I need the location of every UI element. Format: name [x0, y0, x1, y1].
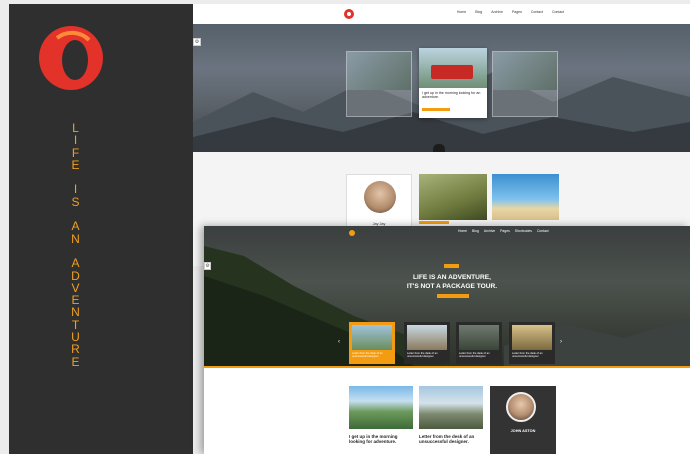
preview-screen-front: Home Blog Archive Pages Shortcodes Contact LI…	[204, 226, 690, 454]
nav-link[interactable]: Pages	[500, 229, 510, 233]
nav-link[interactable]: Blog	[472, 229, 479, 233]
nav-link[interactable]: Home	[458, 229, 467, 233]
tagline-letter: I	[73, 133, 79, 148]
logo-icon	[39, 26, 103, 90]
settings-tab-icon[interactable]: ⚙	[193, 38, 201, 46]
author-name: JOHN ASTON	[510, 429, 536, 433]
nav-link[interactable]: Home	[457, 10, 466, 14]
tagline-letter: N	[71, 305, 81, 320]
tagline-letter: E	[71, 354, 81, 369]
slider-card[interactable]: Letter from the desk of an unsuccessful …	[349, 322, 395, 364]
template-preview: LIFE IS AN ADVENTURE Home Blog Archive Page…	[0, 0, 690, 454]
slider-card-text: Letter from the desk of an unsuccessful …	[407, 352, 438, 359]
slider-card-text: Letter from the desk of an unsuccessful …	[512, 352, 543, 359]
post-photo-beach[interactable]	[492, 174, 559, 220]
settings-tab-icon[interactable]: ⚙	[204, 262, 211, 270]
slider-card-image	[352, 325, 392, 350]
front-navbar: Home Blog Archive Pages Shortcodes Contact	[204, 226, 690, 239]
author-card: JOHN ASTON	[490, 386, 556, 454]
author-avatar	[506, 392, 536, 422]
tagline-letter: D	[71, 268, 81, 283]
top-nav-links: Home Blog Archive Pages Contact Contact	[457, 10, 564, 14]
nav-link[interactable]: Blog	[475, 10, 482, 14]
slider-card-text: Letter from the desk of an unsuccessful …	[459, 352, 490, 359]
slider-card[interactable]: Letter from the desk of an unsuccessful …	[456, 322, 502, 364]
slider-card[interactable]: Letter from the desk of an unsuccessful …	[509, 322, 555, 364]
headline-line-1: LIFE IS AN ADVENTURE,	[413, 274, 491, 281]
nav-link[interactable]: Contact	[552, 10, 564, 14]
post-photo-dog[interactable]	[419, 174, 487, 224]
post-title[interactable]: I get up in the morning looking for adve…	[349, 434, 411, 445]
nav-link[interactable]: Contact	[531, 10, 543, 14]
front-hero: Home Blog Archive Pages Shortcodes Contact LI…	[204, 226, 690, 366]
front-nav-links: Home Blog Archive Pages Shortcodes Contact	[458, 229, 549, 233]
top-logo-icon	[344, 9, 354, 19]
featured-card-text: I get up in the morning looking for an a…	[422, 91, 481, 100]
top-navbar: Home Blog Archive Pages Contact Contact	[193, 4, 690, 24]
slider-card-image	[407, 325, 447, 350]
tagline-letter: A	[71, 256, 81, 271]
nav-link[interactable]: Contact	[537, 229, 549, 233]
chevron-right-icon[interactable]: ›	[560, 339, 562, 345]
nav-link[interactable]: Pages	[512, 10, 522, 14]
tagline-letter: R	[71, 342, 81, 357]
accent-divider	[204, 366, 690, 368]
nav-link[interactable]: Shortcodes	[515, 229, 532, 233]
post-title[interactable]: Letter from the desk of an unsuccessful …	[419, 434, 481, 445]
featured-card[interactable]: I get up in the morning looking for an a…	[419, 48, 487, 118]
top-hero: I get up in the morning looking for an a…	[193, 24, 690, 172]
post-photo-castle[interactable]	[419, 386, 483, 429]
nav-link[interactable]: Archive	[484, 229, 495, 233]
brand-panel: LIFE IS AN ADVENTURE	[9, 4, 193, 454]
featured-card-bar	[422, 108, 450, 111]
chevron-left-icon[interactable]: ‹	[338, 339, 340, 345]
post-photo-valley[interactable]	[349, 386, 413, 429]
tagline-letter: A	[71, 219, 81, 234]
slider-card[interactable]: Letter from the desk of an unsuccessful …	[404, 322, 450, 364]
slider-card-image	[512, 325, 552, 350]
slider-card[interactable]	[492, 51, 558, 117]
tagline-vertical: LIFE IS AN ADVENTURE	[61, 122, 91, 368]
front-logo-icon	[349, 230, 355, 236]
slider-card-image	[459, 325, 499, 350]
hero-badge	[444, 264, 459, 268]
headline-line-2: IT'S NOT A PACKAGE TOUR.	[406, 282, 498, 290]
nav-link[interactable]: Archive	[491, 10, 503, 14]
hero-button[interactable]	[437, 294, 469, 298]
tagline-letter: I	[73, 182, 79, 197]
slider-card[interactable]	[346, 51, 412, 117]
hero-headline: LIFE IS AN ADVENTURE, IT'S NOT A PACKAGE…	[384, 274, 520, 291]
truck-image	[431, 65, 473, 79]
avatar	[364, 181, 396, 213]
slider-card-text: Letter from the desk of an unsuccessful …	[352, 352, 383, 359]
